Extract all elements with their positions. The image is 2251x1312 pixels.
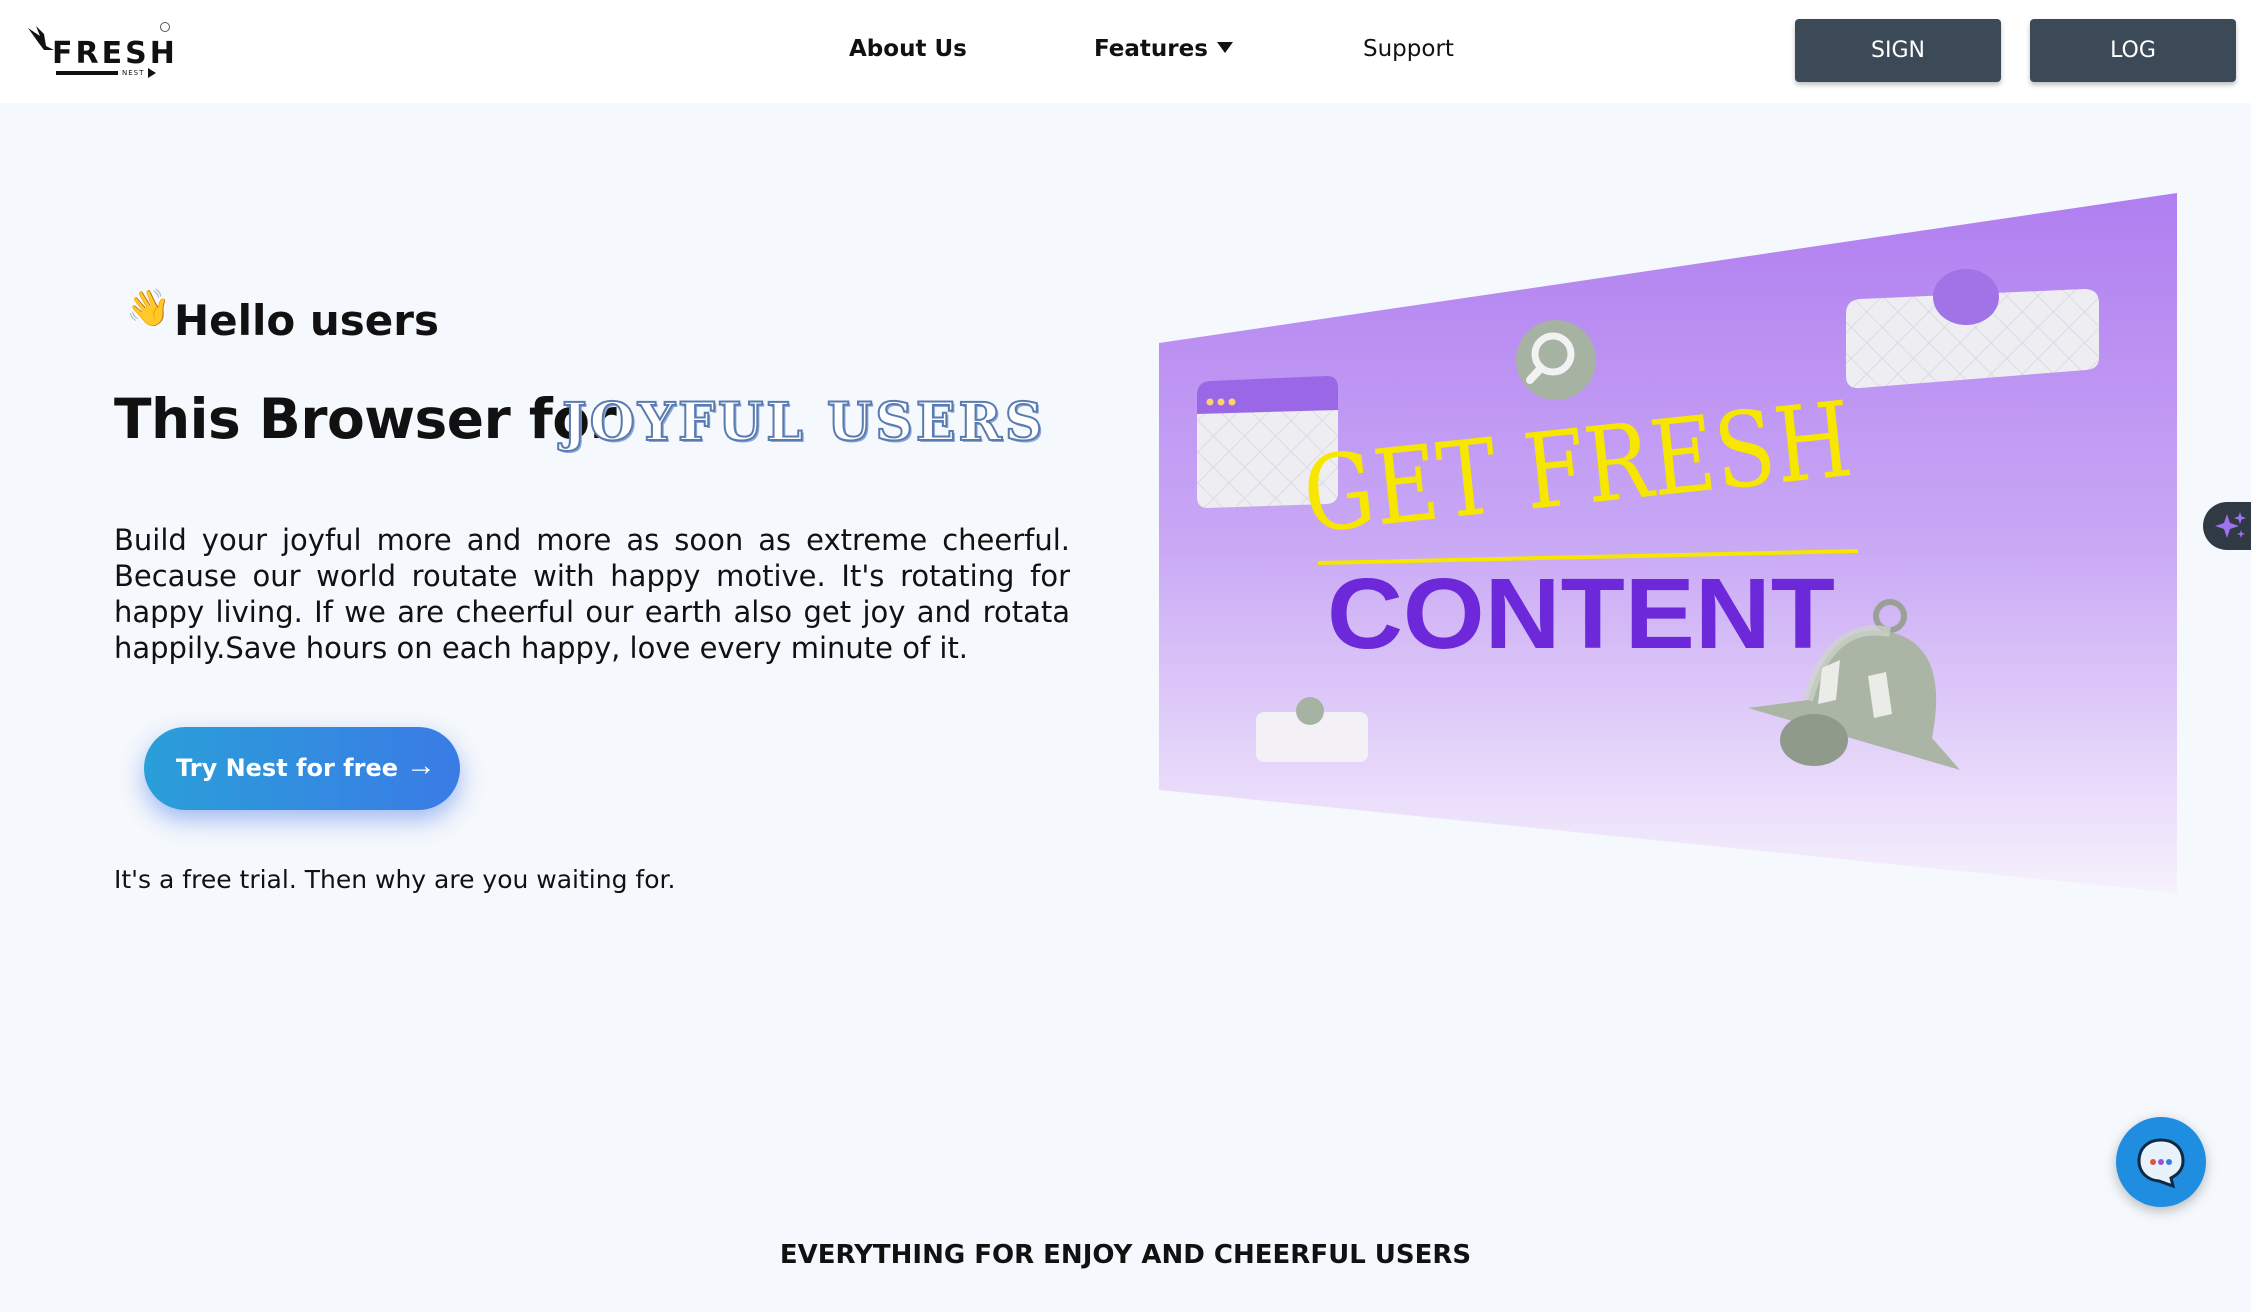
greeting-heading: Hello users [174, 296, 440, 345]
features-section-title: EVERYTHING FOR ENJOY AND CHEERFUL USERS [779, 1240, 1472, 1270]
logo-arrow-icon [148, 68, 156, 78]
try-nest-free-button[interactable]: Try Nest for free → [144, 727, 460, 810]
nav-features[interactable]: Features [1094, 36, 1233, 62]
logo-underline [56, 71, 118, 75]
top-navbar: FRESH NEST About Us Features Support SIG… [0, 0, 2251, 103]
notification-card [1846, 269, 2099, 389]
waving-hand-icon: 👋 [126, 288, 171, 329]
hero-image-line1: GET FRESH [1298, 378, 1858, 557]
hero-description: Build your joyful more and more as soon … [114, 523, 1070, 665]
ai-assistant-tab[interactable] [2203, 502, 2251, 550]
fresh-nest-logo[interactable]: FRESH NEST [26, 22, 176, 82]
chat-icon [2137, 1138, 2185, 1189]
hero-panel-background [1159, 193, 2177, 893]
nav-features-label: Features [1094, 36, 1208, 62]
logo-tagline: NEST [122, 69, 145, 77]
logo-wordmark: FRESH [52, 36, 178, 71]
chat-launcher-button[interactable] [2116, 1117, 2206, 1207]
small-tag-card [1256, 697, 1368, 762]
browser-window-card [1197, 376, 1338, 508]
hero-headline: This Browser for [114, 387, 617, 451]
nav-about-us[interactable]: About Us [849, 36, 967, 62]
sign-button[interactable]: SIGN [1795, 19, 2001, 82]
trial-note: It's a free trial. Then why are you wait… [114, 865, 676, 894]
registered-mark-icon [160, 22, 170, 32]
caret-down-icon [1216, 42, 1233, 53]
search-bubble-icon [1516, 320, 1596, 400]
nav-support[interactable]: Support [1363, 36, 1454, 62]
hero-image-divider [1317, 549, 1859, 565]
sparkle-icon [2215, 512, 2246, 538]
cta-label: Try Nest for free [176, 754, 398, 782]
hero-headline-accent: JOYFUL USERS [561, 391, 1046, 454]
log-button[interactable]: LOG [2030, 19, 2236, 82]
arrow-right-icon: → [406, 749, 436, 782]
bell-icon [1748, 599, 1960, 770]
hero-image-line2: CONTENT [1327, 558, 1835, 670]
